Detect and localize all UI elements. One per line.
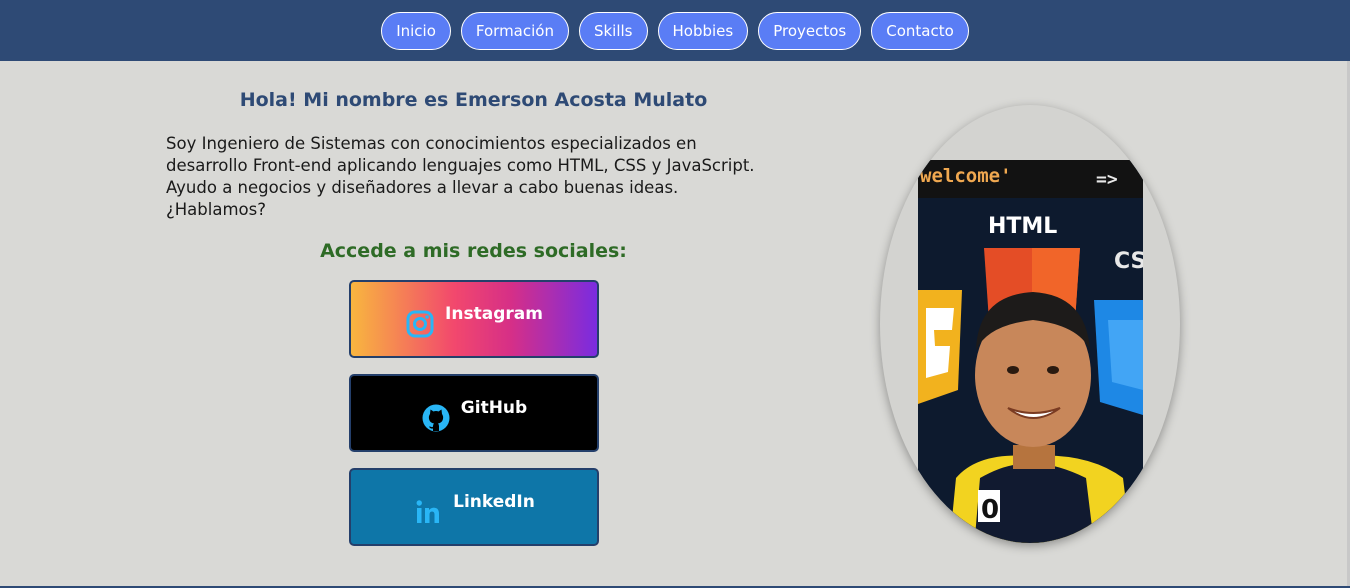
html-text: HTML xyxy=(988,214,1057,239)
instagram-icon xyxy=(405,309,435,339)
nav-formacion-button[interactable]: Formación xyxy=(460,11,569,50)
github-button[interactable]: GitHub xyxy=(349,374,599,452)
linkedin-label: LinkedIn xyxy=(453,492,535,512)
nav-hobbies-button[interactable]: Hobbies xyxy=(657,11,749,50)
linkedin-button[interactable]: LinkedIn xyxy=(349,468,599,546)
instagram-label: Instagram xyxy=(445,304,543,324)
nav-contacto-button[interactable]: Contacto xyxy=(871,11,969,50)
main-section: Hola! Mi nombre es Emerson Acosta Mulato… xyxy=(0,61,1350,586)
github-label: GitHub xyxy=(460,398,528,418)
top-navbar: Inicio Formación Skills Hobbies Proyecto… xyxy=(0,0,1350,61)
nav-proyectos-button[interactable]: Proyectos xyxy=(758,11,862,50)
nav-inicio-button[interactable]: Inicio xyxy=(381,11,451,50)
github-icon xyxy=(421,403,451,433)
arrow-text: => xyxy=(1096,169,1118,190)
linkedin-icon xyxy=(413,497,443,527)
css-text: CSS xyxy=(1114,249,1143,274)
profile-photo: welcome' => HTML CSS 0 xyxy=(918,160,1143,543)
nav-skills-button[interactable]: Skills xyxy=(578,11,648,50)
profile-photo-frame: welcome' => HTML CSS 0 xyxy=(880,105,1180,543)
sign-text: welcome' xyxy=(920,165,1012,187)
instagram-button[interactable]: Instagram xyxy=(349,280,599,358)
hero-description: Soy Ingeniero de Sistemas con conocimien… xyxy=(166,134,755,219)
hero-title: Hola! Mi nombre es Emerson Acosta Mulato xyxy=(239,89,708,111)
shirt-number: 0 xyxy=(981,495,999,525)
social-title: Accede a mis redes sociales: xyxy=(320,240,627,262)
